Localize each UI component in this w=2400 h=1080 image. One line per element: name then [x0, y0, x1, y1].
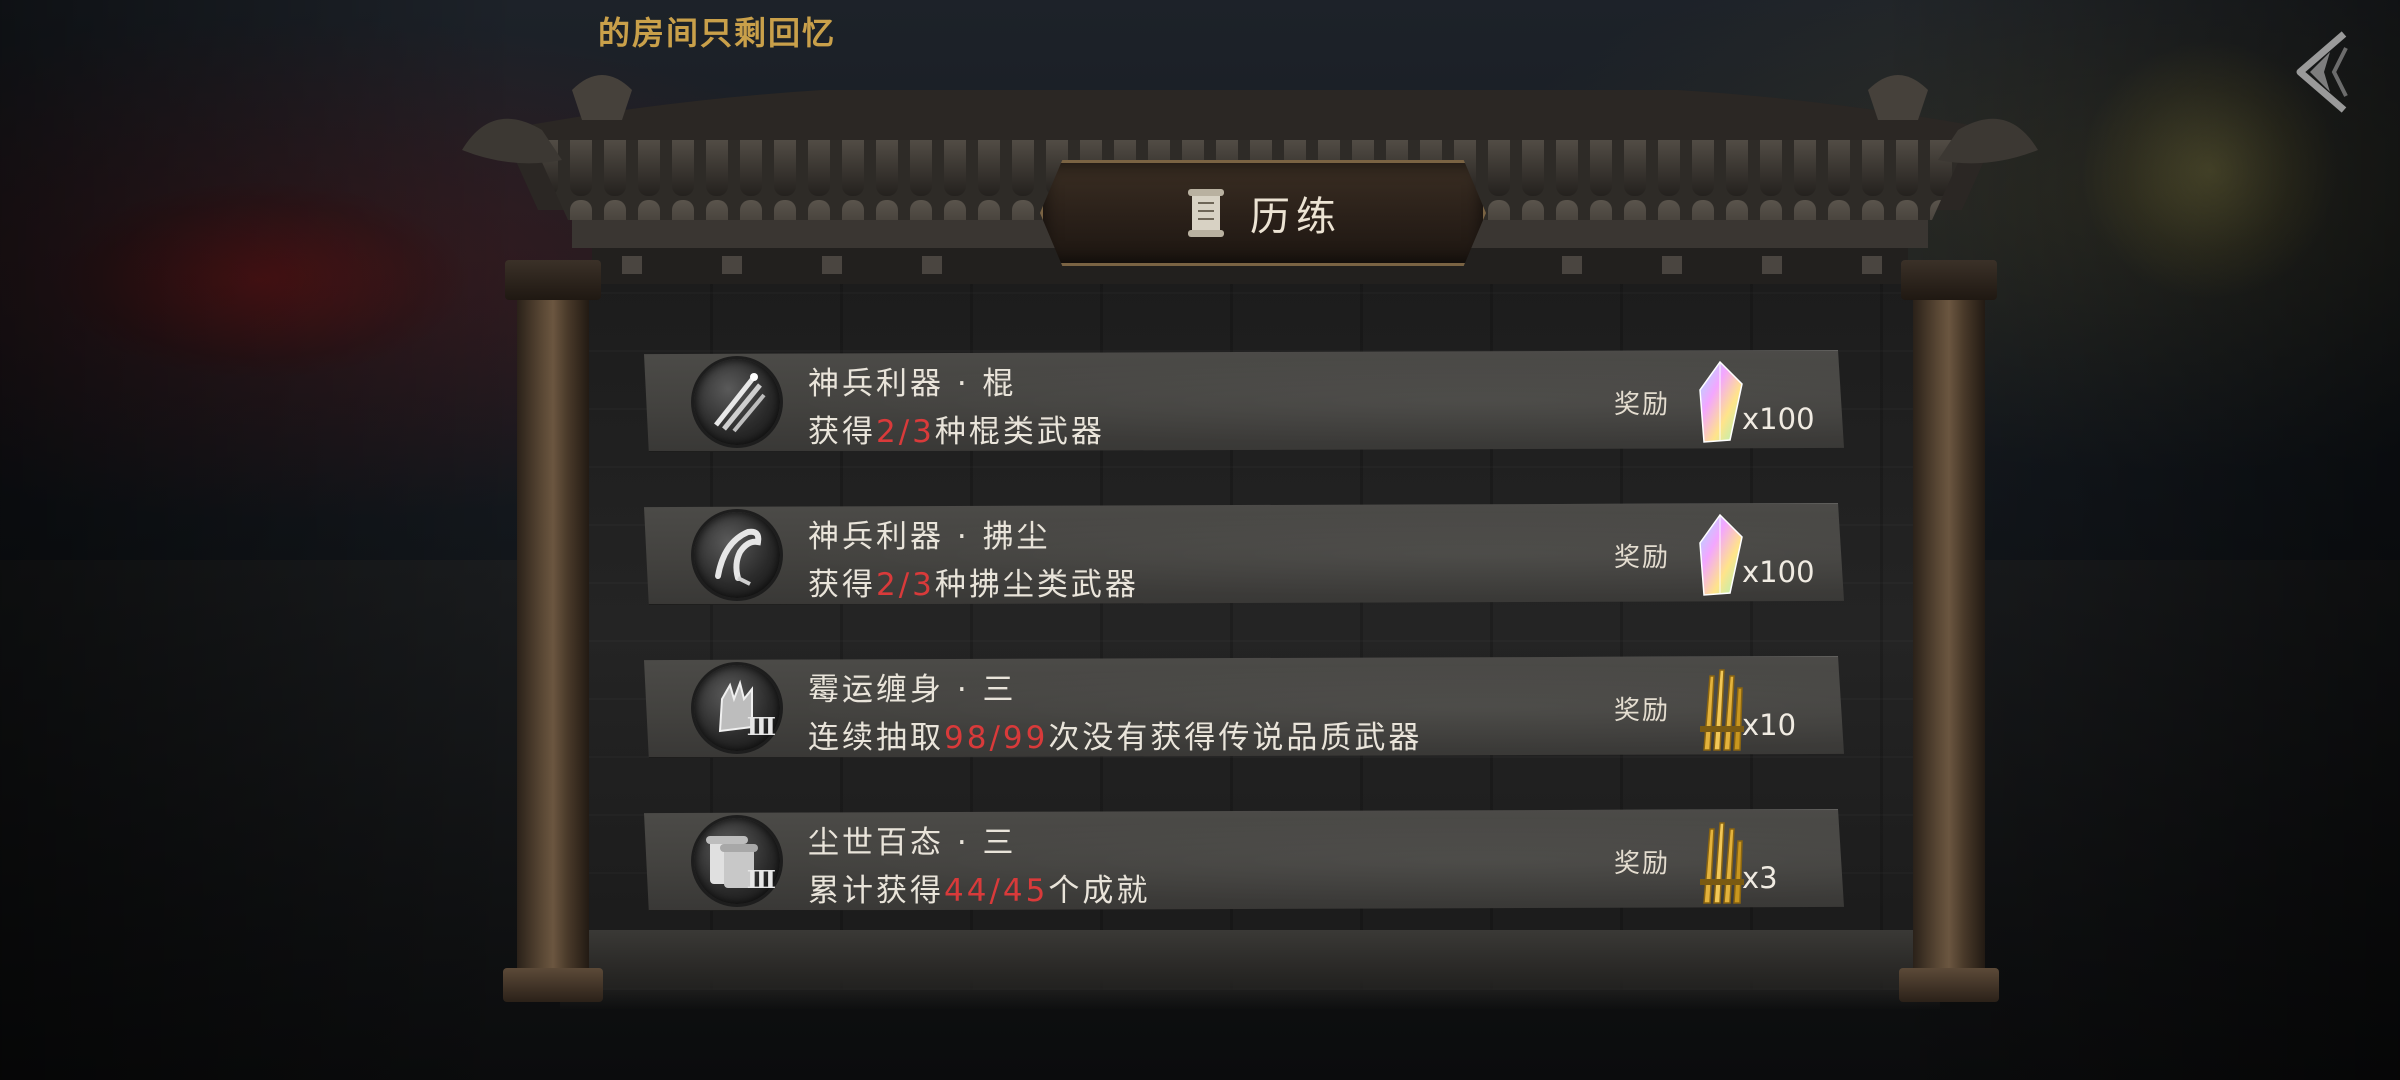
left-pillar: [503, 260, 603, 1002]
progress-count: 2/3: [876, 567, 935, 603]
progress-count: 44/45: [944, 873, 1049, 909]
crystal-icon: [1699, 513, 1743, 596]
progress-count: 2/3: [876, 414, 935, 450]
reward-quantity: x100: [1742, 402, 1815, 436]
scroll-icon: [1188, 189, 1224, 237]
reward-label: 奖励: [1614, 543, 1671, 573]
achievement-row-worldly[interactable]: Ⅲ 尘世百态 · 三 累计获得44/45个成就 奖励 x3: [644, 809, 1844, 911]
golden-incense-icon: [1700, 822, 1744, 904]
reward-quantity: x100: [1742, 555, 1815, 589]
reward-label: 奖励: [1614, 390, 1671, 420]
achievement-desc: 累计获得44/45个成就: [808, 873, 1151, 909]
reward-label: 奖励: [1614, 696, 1671, 726]
back-arrow-icon: [2296, 31, 2348, 113]
tier-numeral: Ⅲ: [746, 865, 776, 894]
top-scrolling-text: 的房间只剩回忆: [598, 14, 837, 52]
achievement-name: 神兵利器 · 棍: [808, 366, 1017, 402]
progress-count: 98/99: [944, 720, 1049, 756]
title-plaque: 历练: [1040, 160, 1486, 266]
achievement-desc: 获得2/3种棍类武器: [808, 414, 1105, 450]
rubble: [560, 930, 1940, 1010]
cursed-gauntlet-icon: Ⅲ: [694, 665, 780, 751]
right-pillar: [1899, 260, 1999, 1002]
whisk-icon: [694, 512, 780, 598]
achievement-name: 神兵利器 · 拂尘: [808, 519, 1051, 555]
back-button[interactable]: [2274, 24, 2370, 120]
reward-quantity: x10: [1742, 708, 1797, 742]
achievement-name: 霉运缠身 · 三: [808, 672, 1017, 708]
golden-incense-icon: [1700, 669, 1744, 751]
achievement-name: 尘世百态 · 三: [808, 825, 1017, 861]
reward-quantity: x3: [1742, 861, 1778, 895]
tier-numeral: Ⅲ: [746, 712, 776, 741]
staff-weapons-icon: [694, 359, 780, 445]
achievement-row-whisk[interactable]: 神兵利器 · 拂尘 获得2/3种拂尘类武器 奖励 x100: [644, 503, 1844, 605]
achievement-row-bad-luck[interactable]: Ⅲ 霉运缠身 · 三 连续抽取98/99次没有获得传说品质武器 奖励 x10: [644, 656, 1844, 758]
scrolls-icon: Ⅲ: [694, 818, 780, 904]
achievement-desc: 连续抽取98/99次没有获得传说品质武器: [808, 720, 1423, 756]
crystal-icon: [1699, 360, 1743, 443]
achievement-row-staff[interactable]: 神兵利器 · 棍 获得2/3种棍类武器 奖励 x100: [644, 350, 1844, 452]
achievement-desc: 获得2/3种拂尘类武器: [808, 567, 1139, 603]
reward-label: 奖励: [1614, 849, 1671, 879]
panel-title: 历练: [1250, 194, 1342, 240]
